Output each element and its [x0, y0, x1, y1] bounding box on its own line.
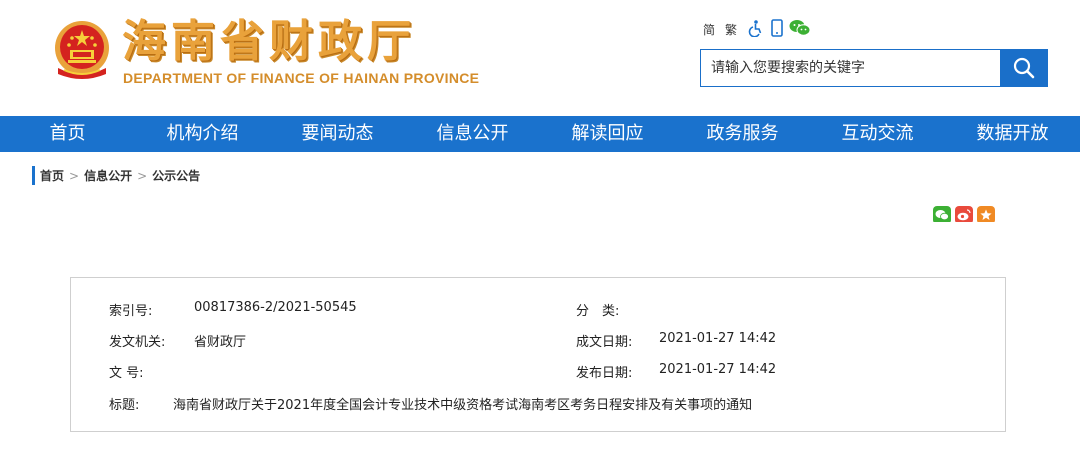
index-number-value: 00817386-2/2021-50545 [194, 300, 357, 315]
category-label: 分 类: [576, 304, 620, 319]
issuer-row: 发文机关: 省财政厅 [109, 331, 246, 350]
title-value: 海南省财政厅关于2021年度全国会计专业技术中级资格考试海南考区考务日程安排及有… [173, 398, 753, 413]
nav-item-home[interactable]: 首页 [0, 116, 135, 152]
publish-date-value: 2021-01-27 14:42 [659, 362, 777, 377]
document-number-row: 文 号: [109, 362, 144, 381]
site-subtitle: DEPARTMENT OF FINANCE OF HAINAN PROVINCE [123, 70, 480, 86]
wechat-icon[interactable] [789, 19, 811, 41]
share-qzone-button[interactable] [977, 206, 995, 222]
issuer-value: 省财政厅 [194, 335, 247, 350]
written-date-label: 成文日期: [576, 335, 633, 350]
share-buttons [933, 206, 999, 222]
breadcrumb-separator: > [137, 168, 148, 183]
search-input[interactable] [701, 50, 1000, 86]
nav-item-organization[interactable]: 机构介绍 [135, 116, 270, 152]
share-weibo-button[interactable] [955, 206, 973, 222]
star-icon [980, 209, 992, 220]
publish-date-label: 发布日期: [576, 366, 633, 381]
accessibility-tools: 简 繁 [703, 19, 817, 41]
category-row: 分 类: [576, 300, 619, 319]
issuer-label: 发文机关: [109, 335, 166, 350]
index-number-row: 索引号: 00817386-2/2021-50545 [109, 300, 357, 319]
search-button[interactable] [1000, 50, 1047, 86]
breadcrumb-disclosure-link[interactable]: 信息公开 [84, 167, 132, 184]
nav-item-interpretation[interactable]: 解读回应 [540, 116, 675, 152]
accessibility-icon[interactable] [747, 19, 765, 41]
national-emblem-icon [55, 21, 109, 79]
search-box [700, 49, 1048, 87]
site-header: 海南省财政厅 DEPARTMENT OF FINANCE OF HAINAN P… [0, 0, 1080, 116]
nav-item-interaction[interactable]: 互动交流 [810, 116, 945, 152]
document-info-box: 索引号: 00817386-2/2021-50545 分 类: 发文机关: 省财… [70, 277, 1006, 432]
title-row: 标题: 海南省财政厅关于2021年度全国会计专业技术中级资格考试海南考区考务日程… [109, 394, 752, 413]
wechat-icon [935, 210, 949, 221]
share-wechat-button[interactable] [933, 206, 951, 222]
site-title[interactable]: 海南省财政厅 [122, 14, 416, 70]
traditional-chinese-link[interactable]: 繁 [725, 20, 737, 40]
written-date-row: 成文日期: 2021-01-27 14:42 [576, 331, 776, 350]
simplified-chinese-link[interactable]: 简 [703, 20, 715, 40]
index-number-label: 索引号: [109, 304, 153, 319]
search-icon [1013, 57, 1034, 79]
breadcrumb-notices-link[interactable]: 公示公告 [152, 167, 200, 184]
breadcrumb-home-link[interactable]: 首页 [40, 167, 64, 184]
nav-item-disclosure[interactable]: 信息公开 [405, 116, 540, 152]
title-label: 标题: [109, 398, 140, 413]
breadcrumb-separator: > [69, 168, 80, 183]
weibo-icon [957, 209, 971, 221]
document-number-label: 文 号: [109, 366, 144, 381]
publish-date-row: 发布日期: 2021-01-27 14:42 [576, 362, 776, 381]
nav-item-news[interactable]: 要闻动态 [270, 116, 405, 152]
nav-item-open-data[interactable]: 数据开放 [945, 116, 1080, 152]
written-date-value: 2021-01-27 14:42 [659, 331, 777, 346]
breadcrumb: 首页 > 信息公开 > 公示公告 [32, 166, 200, 185]
nav-item-services[interactable]: 政务服务 [675, 116, 810, 152]
mobile-icon[interactable] [771, 19, 783, 41]
main-nav: 首页 机构介绍 要闻动态 信息公开 解读回应 政务服务 互动交流 数据开放 [0, 116, 1080, 152]
